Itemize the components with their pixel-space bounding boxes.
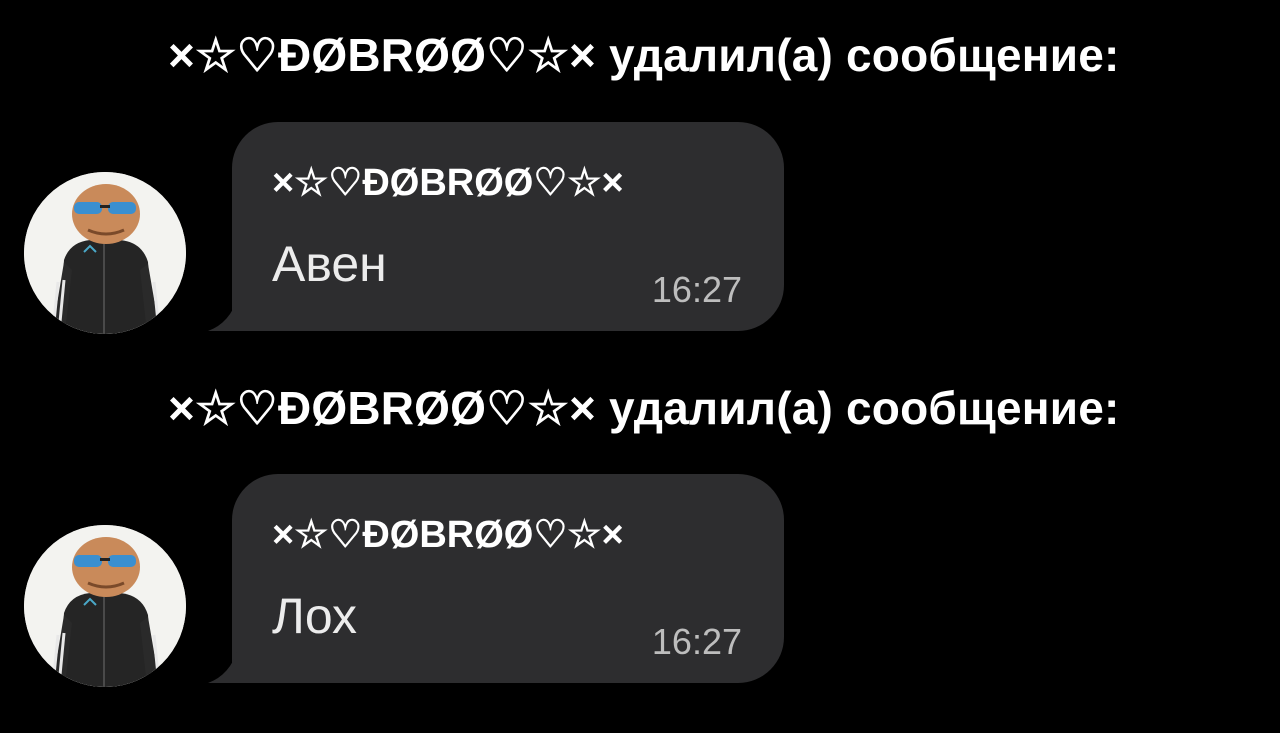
message-text: Лох — [272, 588, 358, 644]
avatar[interactable] — [24, 172, 186, 334]
message-timestamp: 16:27 — [651, 621, 742, 662]
avatar-image — [24, 525, 186, 687]
bubble-tail — [208, 297, 248, 331]
sender-name[interactable]: ×☆♡ĐØBRØØ♡☆× — [272, 512, 624, 558]
message-text: Авен — [272, 236, 387, 292]
avatar-image — [24, 172, 186, 334]
message-timestamp: 16:27 — [651, 269, 742, 310]
bubble-tail — [208, 649, 248, 683]
message-bubble[interactable]: ×☆♡ĐØBRØØ♡☆× Авен 16:27 — [208, 122, 784, 331]
deleted-message-notice: ×☆♡ĐØBRØØ♡☆× удалил(а) сообщение: — [168, 382, 1120, 434]
deleted-message-notice: ×☆♡ĐØBRØØ♡☆× удалил(а) сообщение: — [168, 29, 1120, 81]
message-bubble[interactable]: ×☆♡ĐØBRØØ♡☆× Лох 16:27 — [208, 474, 784, 683]
avatar[interactable] — [24, 525, 186, 687]
sender-name[interactable]: ×☆♡ĐØBRØØ♡☆× — [272, 160, 624, 206]
